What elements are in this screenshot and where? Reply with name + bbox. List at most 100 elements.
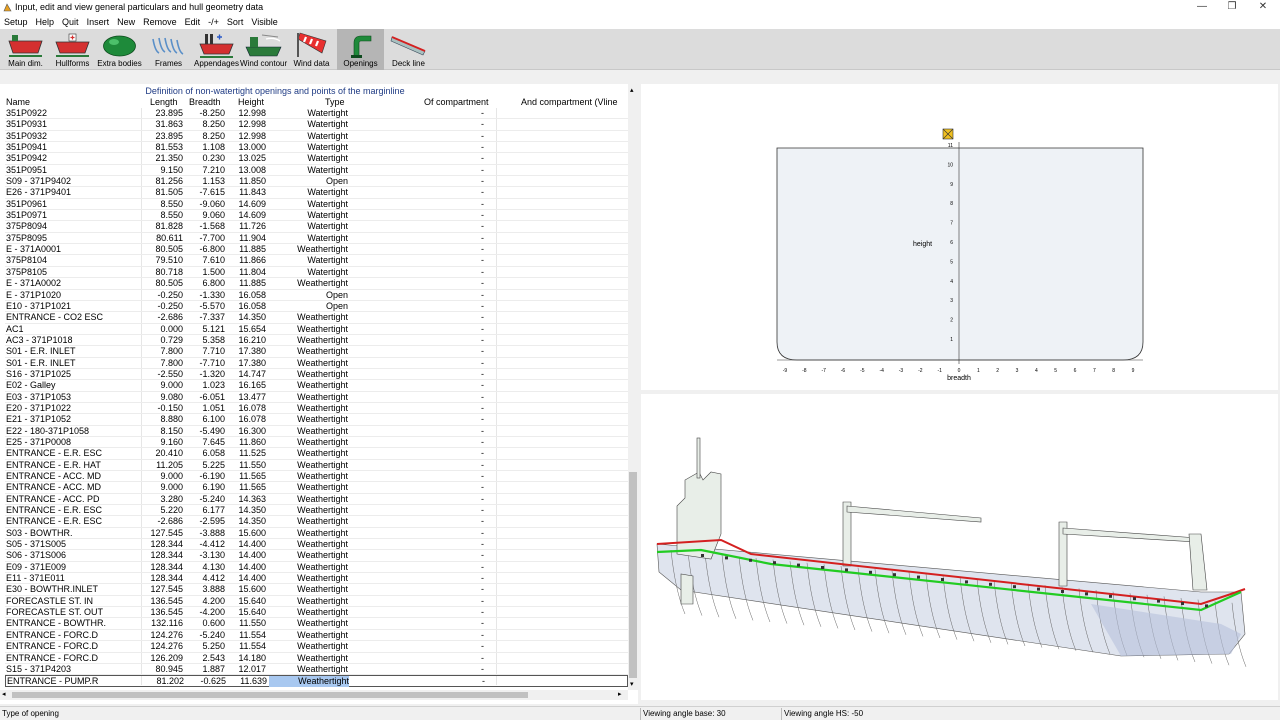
table-row[interactable]: E26 - 371P9401 81.505 -7.615 11.843 Watertig… [5, 187, 628, 199]
cell-breadth[interactable]: 5.121 [183, 324, 225, 335]
cell-name[interactable]: 351P0941 [6, 142, 47, 153]
cell-length[interactable]: 8.150 [136, 426, 183, 437]
table-row[interactable]: 351P0942 21.350 0.230 13.025 Watertight - [5, 153, 628, 165]
cell-height[interactable]: 14.400 [225, 573, 266, 584]
cell-breadth[interactable]: 8.250 [183, 131, 225, 142]
cell-name[interactable]: S09 - 371P9402 [6, 176, 71, 187]
cell-breadth[interactable]: -5.490 [183, 426, 225, 437]
cell-of-compartment[interactable]: - [481, 573, 484, 584]
table-row[interactable]: 351P0932 23.895 8.250 12.998 Watertight - [5, 131, 628, 143]
cell-of-compartment[interactable]: - [481, 607, 484, 618]
cell-height[interactable]: 16.058 [225, 301, 266, 312]
cell-type[interactable]: Weathertight [268, 380, 348, 391]
cell-height[interactable]: 17.380 [225, 346, 266, 357]
cell-breadth[interactable]: -3.888 [183, 528, 225, 539]
cell-height[interactable]: 12.017 [225, 664, 266, 675]
cell-of-compartment[interactable]: - [481, 516, 484, 527]
table-row[interactable]: E09 - 371E009 128.344 4.130 14.400 Weatherti… [5, 562, 628, 574]
cell-name[interactable]: 351P0942 [6, 153, 47, 164]
cell-type[interactable]: Watertight [268, 267, 348, 278]
cell-of-compartment[interactable]: - [481, 630, 484, 641]
cell-name[interactable]: 351P0961 [6, 199, 47, 210]
cell-type[interactable]: Weathertight [268, 516, 348, 527]
maximize-icon[interactable]: ❐ [1217, 1, 1247, 12]
cell-of-compartment[interactable]: - [481, 414, 484, 425]
openings-button[interactable]: Openings [337, 29, 384, 70]
cell-length[interactable]: -2.686 [136, 312, 183, 323]
cell-length[interactable]: 8.550 [136, 199, 183, 210]
cell-name[interactable]: E26 - 371P9401 [6, 187, 71, 198]
cell-breadth[interactable]: 5.225 [183, 460, 225, 471]
cell-breadth[interactable]: 3.888 [183, 584, 225, 595]
cell-height[interactable]: 11.565 [225, 482, 266, 493]
cell-of-compartment[interactable]: - [481, 358, 484, 369]
table-row[interactable]: ENTRANCE - ACC. MD 9.000 -6.190 11.565 Weath… [5, 471, 628, 483]
cell-breadth[interactable]: 7.645 [183, 437, 225, 448]
table-row[interactable]: 351P0971 8.550 9.060 14.609 Watertight - [5, 210, 628, 222]
cell-length[interactable]: 23.895 [136, 131, 183, 142]
cell-breadth[interactable]: 1.023 [183, 380, 225, 391]
section-drawing[interactable]: -9 -8 -7 -6 -5 -4 -3 -2 -1 0 1 2 3 4 5 6 7 8 9 1 2 3 4 5 6 7 8 9 10… [641, 84, 1278, 390]
menu-quit[interactable]: Quit [58, 15, 83, 29]
cell-height[interactable]: 14.350 [225, 505, 266, 516]
cell-of-compartment[interactable]: - [481, 108, 484, 119]
cell-name[interactable]: ENTRANCE - E.R. ESC [6, 448, 102, 459]
cell-of-compartment[interactable]: - [481, 550, 484, 561]
cell-breadth[interactable]: -5.240 [183, 494, 225, 505]
table-row[interactable]: FORECASTLE ST. IN 136.545 4.200 15.640 Weath… [5, 596, 628, 608]
table-row[interactable]: 375P8094 81.828 -1.568 11.726 Watertight - [5, 221, 628, 233]
cell-type[interactable]: Weathertight [268, 369, 348, 380]
cell-breadth[interactable]: 2.543 [183, 653, 225, 664]
cell-length[interactable]: 5.220 [136, 505, 183, 516]
cell-name[interactable]: E03 - 371P1053 [6, 392, 71, 403]
cell-length[interactable]: 9.000 [136, 471, 183, 482]
scroll-down-icon[interactable]: ▾ [630, 680, 634, 688]
cell-type[interactable]: Weathertight [268, 653, 348, 664]
cell-type[interactable]: Weathertight [268, 437, 348, 448]
cell-height[interactable]: 11.843 [225, 187, 266, 198]
cell-type[interactable]: Watertight [268, 119, 348, 130]
cell-of-compartment[interactable]: - [481, 290, 484, 301]
cell-of-compartment[interactable]: - [482, 676, 485, 687]
cell-type[interactable]: Watertight [268, 221, 348, 232]
cell-type[interactable]: Watertight [268, 108, 348, 119]
cell-breadth[interactable]: 6.058 [183, 448, 225, 459]
cell-of-compartment[interactable]: - [481, 199, 484, 210]
cell-name[interactable]: E09 - 371E009 [6, 562, 66, 573]
cell-type[interactable]: Weathertight [268, 607, 348, 618]
cell-height[interactable]: 14.747 [225, 369, 266, 380]
cell-breadth[interactable]: -7.700 [183, 233, 225, 244]
header-length[interactable]: Length [150, 97, 178, 107]
cell-height[interactable]: 11.726 [225, 221, 266, 232]
table-row[interactable]: S06 - 371S006 128.344 -3.130 14.400 Weathert… [5, 550, 628, 562]
cell-name[interactable]: 375P8104 [6, 255, 47, 266]
cell-of-compartment[interactable]: - [481, 255, 484, 266]
cell-type[interactable]: Weathertight [268, 562, 348, 573]
cell-breadth[interactable]: 7.710 [183, 346, 225, 357]
cell-breadth[interactable]: -7.615 [183, 187, 225, 198]
cell-of-compartment[interactable]: - [481, 596, 484, 607]
cell-breadth[interactable]: -1.330 [183, 290, 225, 301]
cell-type[interactable]: Weathertight [269, 676, 349, 688]
cell-length[interactable]: -0.250 [136, 301, 183, 312]
cell-type[interactable]: Weathertight [268, 324, 348, 335]
table-row[interactable]: ENTRANCE - E.R. ESC 5.220 6.177 14.350 Weath… [5, 505, 628, 517]
table-row[interactable]: S03 - BOWTHR. 127.545 -3.888 15.600 Weathert… [5, 528, 628, 540]
cell-breadth[interactable]: 4.412 [183, 573, 225, 584]
cell-type[interactable]: Weathertight [268, 335, 348, 346]
table-row[interactable]: ENTRANCE - FORC.D 124.276 -5.240 11.554 Weat… [5, 630, 628, 642]
cell-length[interactable]: -0.150 [136, 403, 183, 414]
table-row[interactable]: ENTRANCE - FORC.D 126.209 2.543 14.180 Weath… [5, 653, 628, 664]
menu-help[interactable]: Help [32, 15, 59, 29]
cell-length[interactable]: 81.828 [136, 221, 183, 232]
header-type[interactable]: Type [325, 97, 345, 107]
cell-name[interactable]: 351P0922 [6, 108, 47, 119]
table-row[interactable]: E11 - 371E011 128.344 4.412 14.400 Weatherti… [5, 573, 628, 585]
table-row[interactable]: 351P0961 8.550 -9.060 14.609 Watertight - [5, 199, 628, 211]
cell-of-compartment[interactable]: - [481, 618, 484, 629]
cell-breadth[interactable]: 6.800 [183, 278, 225, 289]
cell-height[interactable]: 11.860 [225, 437, 266, 448]
cell-breadth[interactable]: 6.100 [183, 414, 225, 425]
header-breadth[interactable]: Breadth [189, 97, 221, 107]
table-row[interactable]: S16 - 371P1025 -2.550 -1.320 14.747 Weathert… [5, 369, 628, 381]
